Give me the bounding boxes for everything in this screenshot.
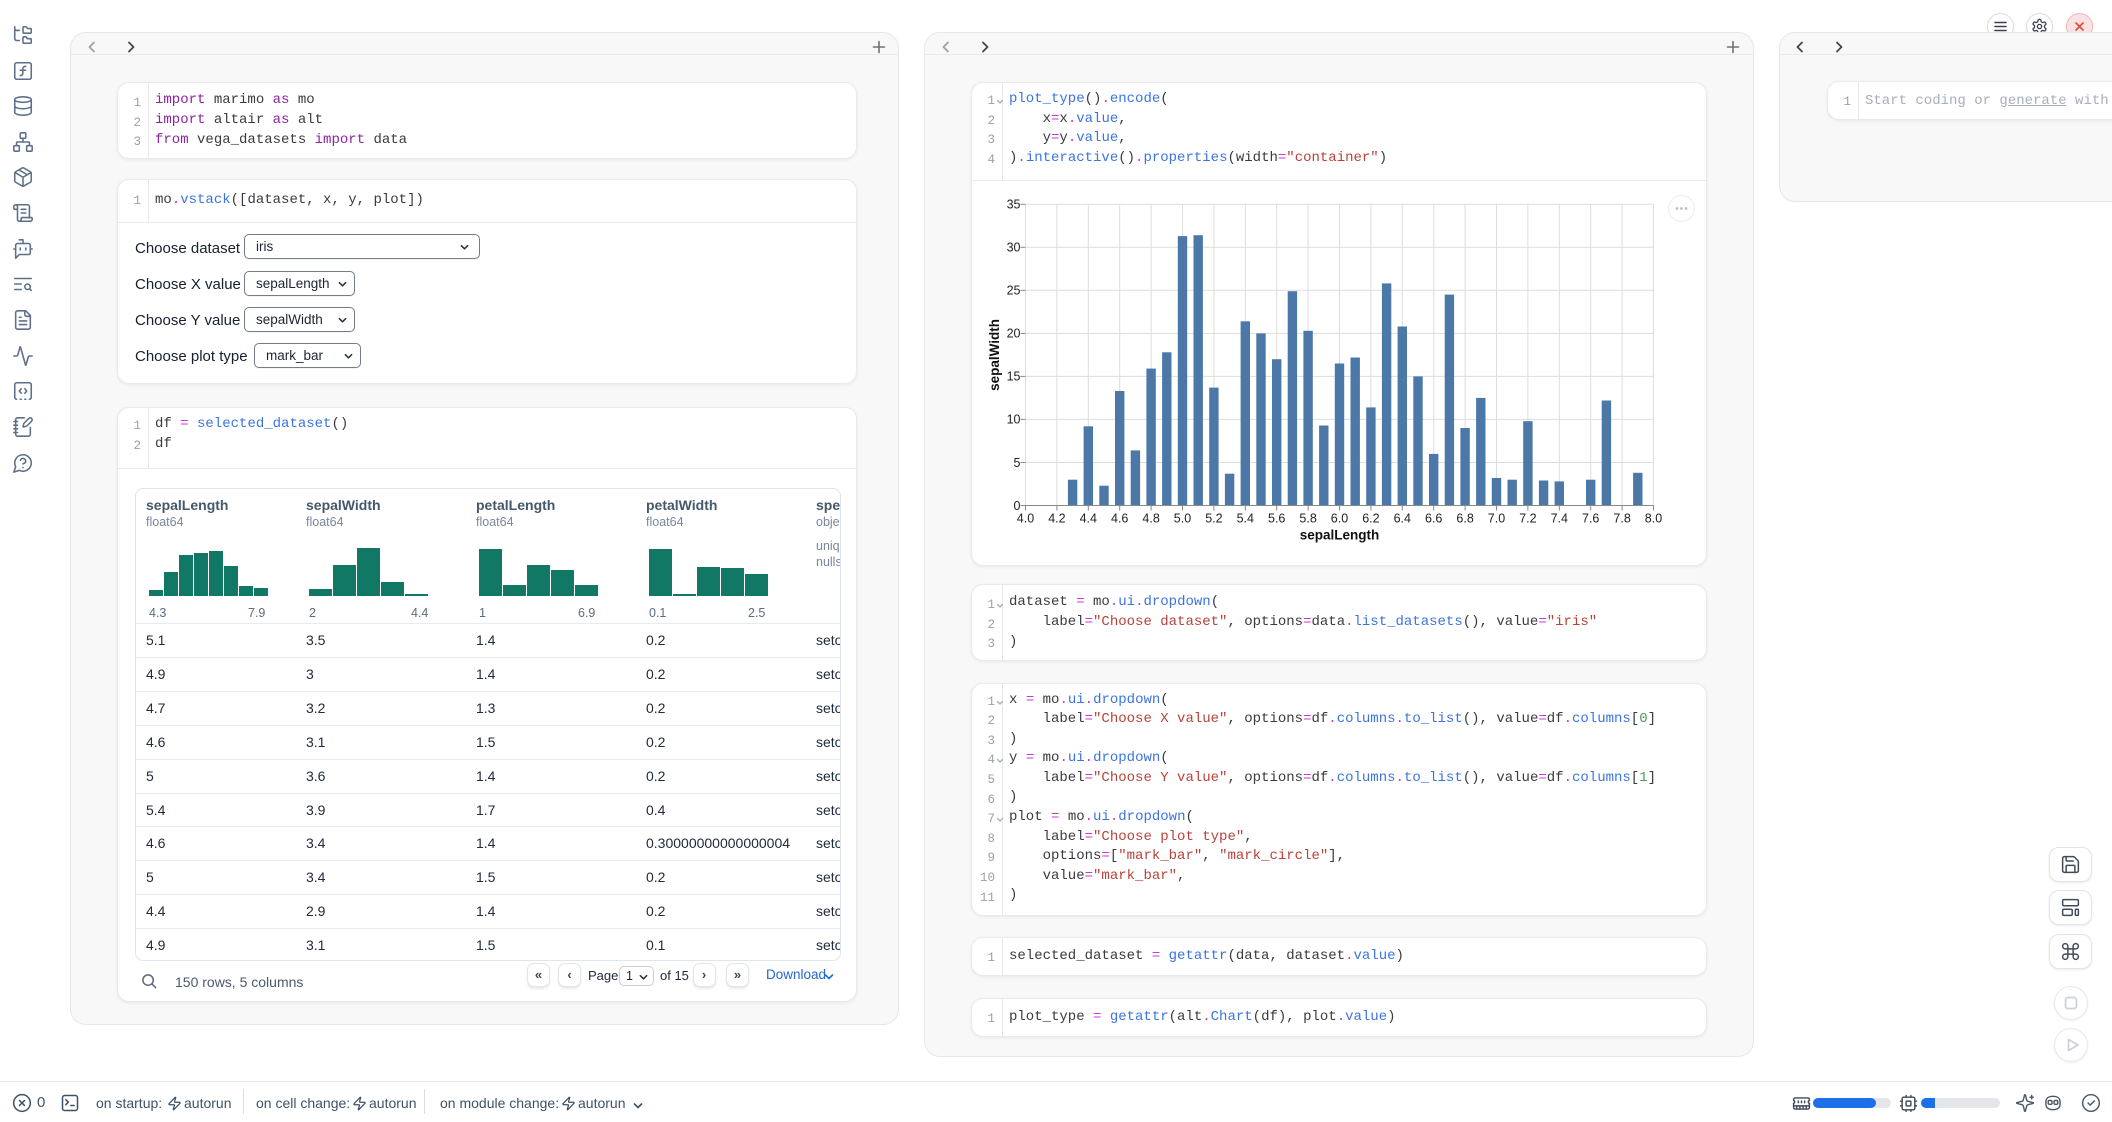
svg-text:5.0: 5.0	[1174, 512, 1191, 526]
svg-text:6.4: 6.4	[1394, 512, 1411, 526]
svg-text:sepalWidth: sepalWidth	[987, 319, 1002, 391]
svg-text:6.6: 6.6	[1425, 512, 1442, 526]
svg-text:5.4: 5.4	[1237, 512, 1254, 526]
svg-text:4.2: 4.2	[1048, 512, 1065, 526]
svg-text:7.4: 7.4	[1551, 512, 1568, 526]
svg-text:30: 30	[1007, 241, 1021, 255]
svg-text:6.0: 6.0	[1331, 512, 1348, 526]
svg-text:25: 25	[1007, 284, 1021, 298]
svg-text:4.8: 4.8	[1142, 512, 1159, 526]
svg-text:0: 0	[1014, 499, 1021, 513]
svg-text:4.0: 4.0	[1017, 512, 1034, 526]
svg-text:4.4: 4.4	[1080, 512, 1097, 526]
svg-text:5.2: 5.2	[1205, 512, 1222, 526]
svg-text:5.8: 5.8	[1299, 512, 1316, 526]
svg-text:7.2: 7.2	[1519, 512, 1536, 526]
svg-text:7.6: 7.6	[1582, 512, 1599, 526]
svg-text:10: 10	[1007, 413, 1021, 427]
svg-text:20: 20	[1007, 327, 1021, 341]
svg-text:7.0: 7.0	[1488, 512, 1505, 526]
svg-text:4.6: 4.6	[1111, 512, 1128, 526]
svg-text:6.2: 6.2	[1362, 512, 1379, 526]
svg-text:5.6: 5.6	[1268, 512, 1285, 526]
svg-text:35: 35	[1007, 198, 1021, 212]
svg-text:6.8: 6.8	[1456, 512, 1473, 526]
svg-text:15: 15	[1007, 370, 1021, 384]
svg-text:sepalLength: sepalLength	[1300, 528, 1380, 543]
svg-text:8.0: 8.0	[1645, 512, 1662, 526]
svg-text:7.8: 7.8	[1613, 512, 1630, 526]
svg-text:5: 5	[1014, 456, 1021, 470]
